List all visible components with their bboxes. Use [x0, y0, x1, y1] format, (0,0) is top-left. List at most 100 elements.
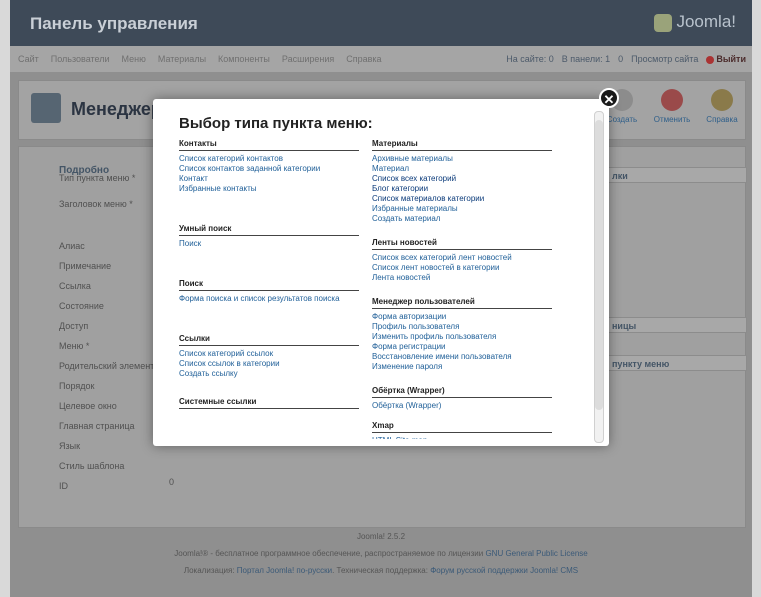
modal-scrollbar[interactable]: [594, 111, 604, 443]
menu-type-link[interactable]: Контакт: [179, 174, 359, 184]
group-title: Ссылки: [179, 334, 359, 346]
menu-type-group: Поиск Форма поиска и список результатов п…: [179, 279, 359, 304]
group-title: Контакты: [179, 139, 359, 151]
menu-type-group: Материалы Архивные материалы Материал Списо…: [372, 139, 552, 224]
support-label: . Техническая поддержка:: [332, 566, 428, 575]
menu-type-link[interactable]: Изменение пароля: [372, 362, 552, 372]
id-value: 0: [169, 477, 175, 487]
menu-type-link[interactable]: Обёртка (Wrapper): [372, 401, 552, 411]
group-title: Xmap: [372, 421, 552, 433]
admin-menubar: Сайт Пользователи Меню Материалы Компоненты Р…: [10, 46, 752, 72]
menu-type-link[interactable]: Блог категории: [372, 184, 552, 194]
cancel-label: Отменить: [653, 115, 691, 124]
menu-type-link[interactable]: Форма поиска и список результатов поиска: [179, 294, 359, 304]
menu-type-link[interactable]: Форма авторизации: [372, 312, 552, 322]
menu-type-link[interactable]: Список контактов заданной категории: [179, 164, 359, 174]
top-menu-item[interactable]: Меню: [122, 54, 146, 64]
field-label: Родительский элемент: [59, 361, 155, 371]
field-label: Порядок: [59, 381, 95, 391]
menu-type-group: Обёртка (Wrapper) Обёртка (Wrapper): [372, 386, 552, 411]
close-modal-button[interactable]: ✕: [599, 88, 619, 108]
menu-type-link[interactable]: Список категорий контактов: [179, 154, 359, 164]
help-label: Справка: [706, 115, 738, 124]
menu-type-link[interactable]: Создать ссылку: [179, 369, 359, 379]
menu-type-link[interactable]: Профиль пользователя: [372, 322, 552, 332]
page-header-title: Панель управления: [30, 14, 198, 33]
logout-icon: [706, 55, 715, 64]
group-title: Ленты новостей: [372, 238, 552, 250]
license-label: Joomla!® - бесплатное программное обеспе…: [174, 549, 484, 558]
joomla-logo: Joomla!: [654, 12, 736, 32]
preview-site-link[interactable]: Просмотр сайта: [631, 54, 698, 64]
menu-type-link[interactable]: Список лент новостей в категории: [372, 263, 552, 273]
loc-link[interactable]: Портал Joomla! по-русски: [237, 566, 332, 575]
menu-type-group: Ссылки Список категорий ссылок Список ссыл…: [179, 334, 359, 379]
menu-type-link[interactable]: Избранные контакты: [179, 184, 359, 194]
field-label: Доступ: [59, 321, 89, 331]
menu-type-link[interactable]: Список ссылок в категории: [179, 359, 359, 369]
status-bar: На сайте: 0 В панели: 1 0 Просмотр сайта…: [506, 54, 746, 64]
menu-type-group: Xmap HTML Site map: [372, 421, 552, 439]
in-panel-count: В панели: 1: [561, 54, 611, 64]
help-button[interactable]: Справка: [699, 89, 745, 124]
menu-manager-icon: [31, 93, 61, 123]
top-menu-item[interactable]: Сайт: [18, 54, 39, 64]
group-title: Обёртка (Wrapper): [372, 386, 552, 398]
menu-type-link[interactable]: Список категорий ссылок: [179, 349, 359, 359]
menu-type-link[interactable]: Список всех категорий: [372, 174, 552, 184]
field-label: Меню *: [59, 341, 90, 351]
menu-type-link[interactable]: Поиск: [179, 239, 359, 249]
field-label: Тип пункта меню *: [59, 173, 136, 183]
modal-content: Контакты Список категорий контактов Список…: [179, 139, 595, 439]
params-header: лки: [607, 167, 747, 183]
cancel-button[interactable]: Отменить: [649, 89, 695, 124]
loc-label: Локализация:: [183, 566, 235, 575]
field-label: Ссылка: [59, 281, 91, 291]
top-menu-item[interactable]: Пользователи: [51, 54, 110, 64]
menu-type-link[interactable]: HTML Site map: [372, 436, 552, 439]
menu-type-link[interactable]: Материал: [372, 164, 552, 174]
field-label: Язык: [59, 441, 81, 451]
menu-type-group: Ленты новостей Список всех категорий лент…: [372, 238, 552, 283]
messages-count[interactable]: 0: [618, 54, 623, 64]
menu-type-link[interactable]: Изменить профиль пользователя: [372, 332, 552, 342]
group-title: Менеджер пользователей: [372, 297, 552, 309]
field-label: Примечание: [59, 261, 112, 271]
menu-type-link[interactable]: Форма регистрации: [372, 342, 552, 352]
top-menu-item[interactable]: Материалы: [158, 54, 206, 64]
field-label: Заголовок меню *: [59, 199, 133, 209]
create-label: Создать: [606, 115, 638, 124]
menu-type-link[interactable]: Архивные материалы: [372, 154, 552, 164]
field-label: Стиль шаблона: [59, 461, 125, 471]
license-link[interactable]: GNU General Public License: [485, 549, 587, 558]
logout-label: Выйти: [716, 54, 746, 64]
page-footer: Joomla! 2.5.2 Joomla!® - бесплатное прог…: [10, 532, 752, 583]
logo-text: Joomla!: [676, 12, 736, 31]
localization-text: Локализация: Портал Joomla! по-русски. Т…: [10, 566, 752, 575]
menu-type-link[interactable]: Избранные материалы: [372, 204, 552, 214]
menu-type-link[interactable]: Восстановление имени пользователя: [372, 352, 552, 362]
menu-type-link[interactable]: Создать материал: [372, 214, 552, 224]
menu-type-link[interactable]: Список всех категорий лент новостей: [372, 253, 552, 263]
top-menu-item[interactable]: Справка: [346, 54, 381, 64]
logout-link[interactable]: Выйти: [706, 54, 746, 64]
group-title: Системные ссылки: [179, 397, 359, 409]
top-menu-item[interactable]: Расширения: [282, 54, 334, 64]
license-text: Joomla!® - бесплатное программное обеспе…: [10, 549, 752, 558]
cancel-icon: [661, 89, 683, 111]
menu-type-link[interactable]: Список материалов категории: [372, 194, 552, 204]
help-icon: [711, 89, 733, 111]
top-menu-item[interactable]: Компоненты: [218, 54, 270, 64]
version-text: Joomla! 2.5.2: [356, 532, 406, 541]
page-display-header: ницы: [607, 317, 747, 333]
modal-title: Выбор типа пункта меню:: [179, 115, 373, 132]
menu-type-group: Менеджер пользователей Форма авторизации П…: [372, 297, 552, 372]
menu-type-link[interactable]: Лента новостей: [372, 273, 552, 283]
support-link[interactable]: Форум русской поддержки Joomla! CMS: [430, 566, 578, 575]
field-label: Состояние: [59, 301, 104, 311]
scrollbar-thumb[interactable]: [595, 120, 603, 410]
group-title: Умный поиск: [179, 224, 359, 236]
menu-type-group: Контакты Список категорий контактов Список…: [179, 139, 359, 194]
on-site-count: На сайте: 0: [506, 54, 554, 64]
close-icon: ✕: [603, 92, 615, 107]
